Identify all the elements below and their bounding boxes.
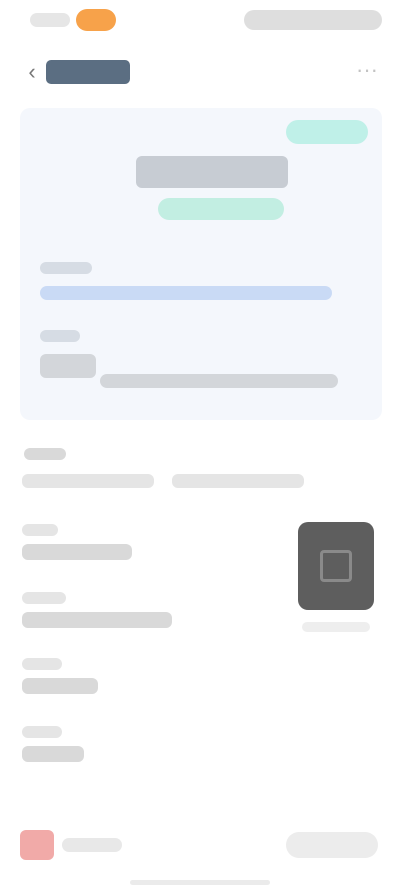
detail-label-3 (22, 658, 62, 670)
status-badge[interactable] (286, 120, 368, 144)
image-icon (320, 550, 352, 582)
status-left-group (30, 8, 125, 32)
detail-line-1 (22, 474, 154, 488)
detail-label-4 (22, 726, 62, 738)
home-indicator (130, 880, 270, 885)
summary-card (20, 108, 382, 420)
detail-value-3 (22, 678, 98, 694)
more-icon[interactable]: ··· (352, 59, 382, 84)
chevron-left-icon[interactable]: ‹ (22, 60, 42, 84)
info-label-2 (40, 330, 80, 342)
action-button[interactable] (286, 832, 378, 858)
info-label-1 (40, 262, 92, 274)
status-time (30, 13, 70, 27)
info-badge-2 (40, 354, 96, 378)
card-headline (136, 156, 288, 188)
status-indicator-pill (76, 9, 116, 31)
bottom-bar (0, 814, 400, 874)
status-icons (244, 10, 382, 30)
shop-label[interactable] (62, 838, 122, 852)
detail-label-2 (22, 592, 66, 604)
detail-value-1 (22, 544, 132, 560)
detail-line-2 (172, 474, 304, 488)
detail-value-4 (22, 746, 84, 762)
detail-value-2 (22, 612, 172, 628)
info-value-1[interactable] (40, 286, 332, 300)
page-title (46, 60, 130, 84)
card-status (158, 198, 284, 220)
section-title (24, 448, 66, 460)
shop-icon[interactable] (20, 830, 54, 860)
product-thumbnail[interactable] (298, 522, 374, 610)
info-value-2 (100, 374, 338, 388)
thumbnail-caption (302, 622, 370, 632)
nav-bar: ‹ ··· (0, 48, 400, 96)
status-bar (0, 0, 400, 40)
detail-label-1 (22, 524, 58, 536)
